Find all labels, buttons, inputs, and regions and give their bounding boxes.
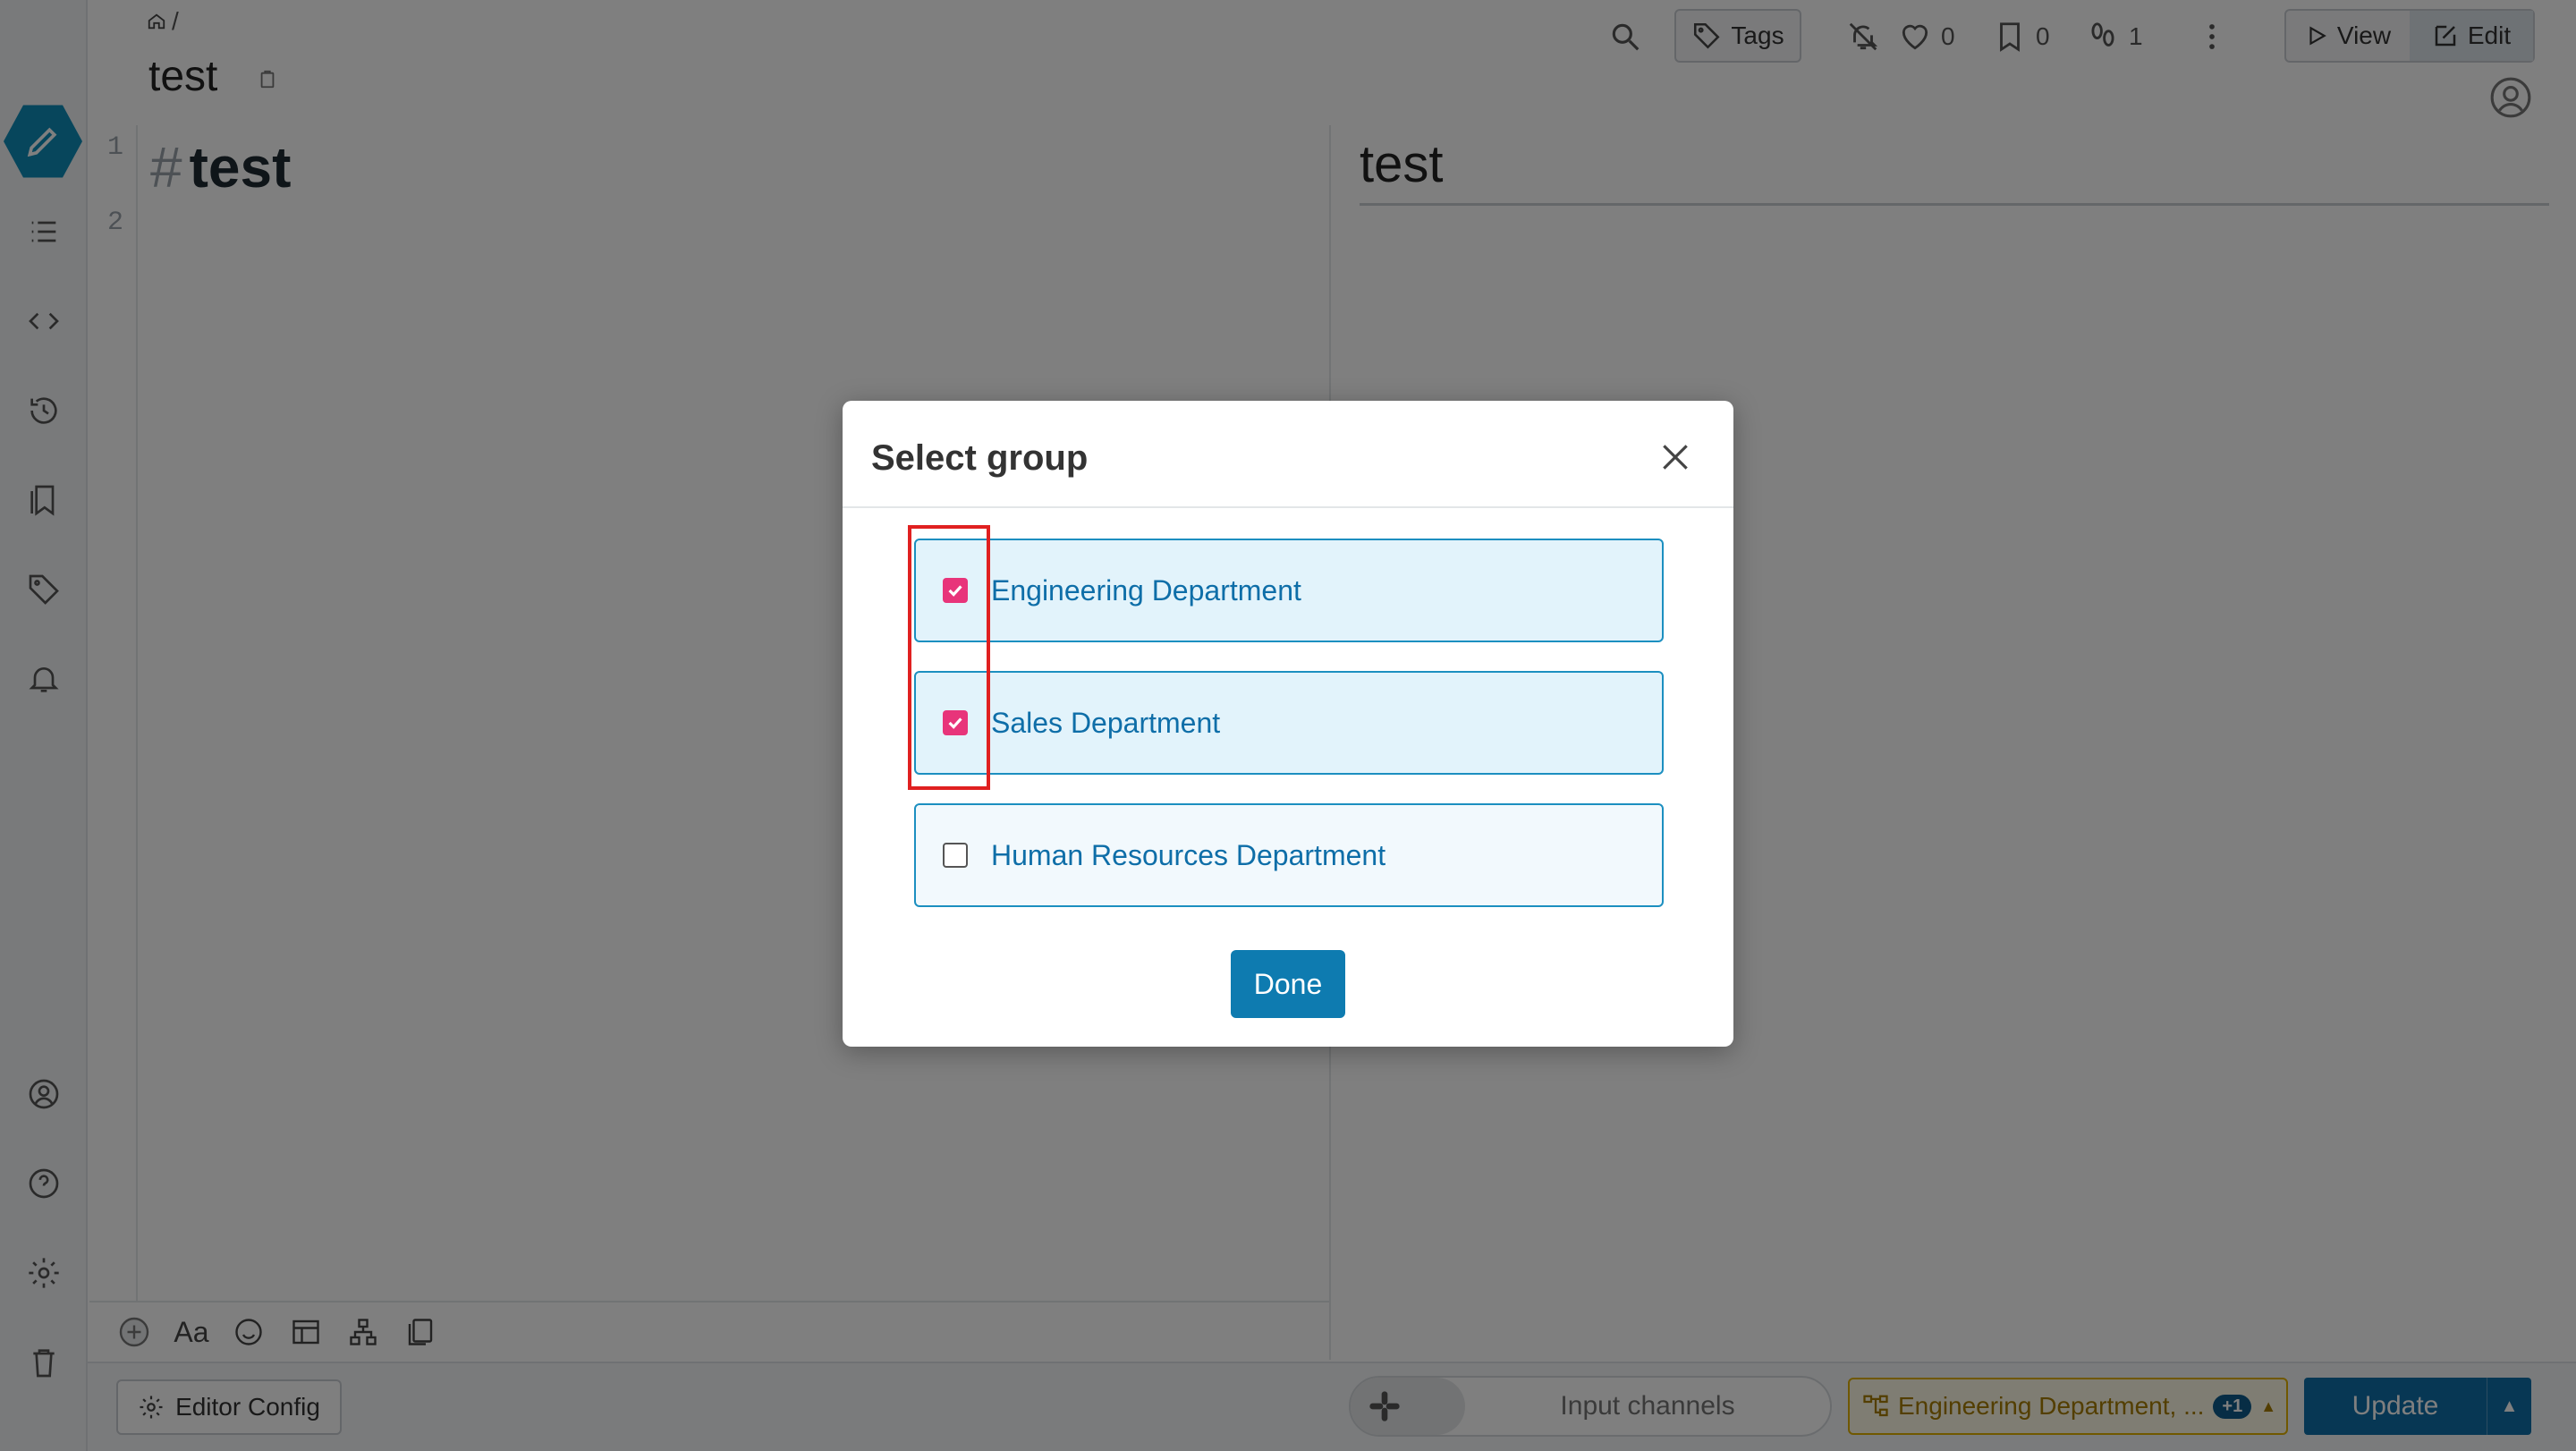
group-checkbox[interactable] [943,843,968,868]
group-checkbox[interactable] [943,578,968,603]
checkmark-icon [948,585,962,597]
modal-header: Select group [843,401,1733,508]
group-label: Human Resources Department [991,838,1386,871]
modal-title: Select group [871,438,1089,478]
done-button[interactable]: Done [1231,950,1345,1018]
select-group-modal: Select group Engineering Department Sale… [843,401,1733,1047]
group-option-human-resources[interactable]: Human Resources Department [914,803,1664,907]
group-label: Sales Department [991,706,1221,739]
checkmark-icon [948,717,962,729]
group-checkbox[interactable] [943,710,968,735]
group-label: Engineering Department [991,573,1301,607]
close-icon[interactable] [1658,440,1692,474]
group-option-sales[interactable]: Sales Department [914,671,1664,775]
group-option-engineering[interactable]: Engineering Department [914,539,1664,642]
